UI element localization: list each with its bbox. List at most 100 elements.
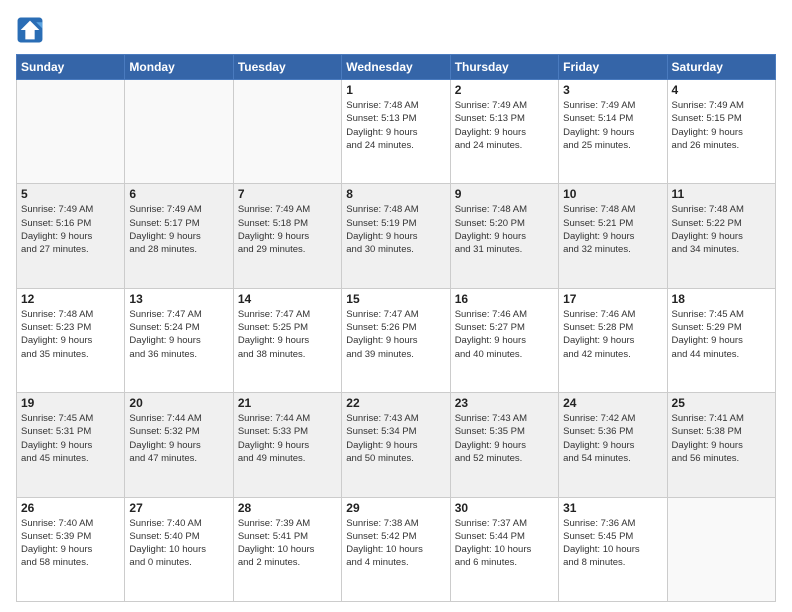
day-number: 25 (672, 396, 771, 410)
day-info: Sunrise: 7:46 AM Sunset: 5:27 PM Dayligh… (455, 308, 554, 361)
day-info: Sunrise: 7:49 AM Sunset: 5:15 PM Dayligh… (672, 99, 771, 152)
day-number: 22 (346, 396, 445, 410)
day-number: 28 (238, 501, 337, 515)
day-info: Sunrise: 7:48 AM Sunset: 5:20 PM Dayligh… (455, 203, 554, 256)
day-number: 20 (129, 396, 228, 410)
day-number: 26 (21, 501, 120, 515)
calendar-week-0: 1 Sunrise: 7:48 AM Sunset: 5:13 PM Daylig… (17, 80, 776, 184)
day-info: Sunrise: 7:44 AM Sunset: 5:32 PM Dayligh… (129, 412, 228, 465)
day-number: 8 (346, 187, 445, 201)
calendar-cell: 9 Sunrise: 7:48 AM Sunset: 5:20 PM Daylig… (450, 184, 558, 288)
day-info: Sunrise: 7:45 AM Sunset: 5:31 PM Dayligh… (21, 412, 120, 465)
calendar-cell: 13 Sunrise: 7:47 AM Sunset: 5:24 PM Dayli… (125, 288, 233, 392)
day-number: 7 (238, 187, 337, 201)
day-number: 31 (563, 501, 662, 515)
day-number: 5 (21, 187, 120, 201)
calendar-cell: 11 Sunrise: 7:48 AM Sunset: 5:22 PM Dayli… (667, 184, 775, 288)
calendar-week-1: 5 Sunrise: 7:49 AM Sunset: 5:16 PM Daylig… (17, 184, 776, 288)
calendar-cell: 12Sunrise: 7:48 AM Sunset: 5:23 PM Dayli… (17, 288, 125, 392)
calendar-cell: 30Sunrise: 7:37 AM Sunset: 5:44 PM Dayli… (450, 497, 558, 601)
day-info: Sunrise: 7:37 AM Sunset: 5:44 PM Dayligh… (455, 517, 554, 570)
calendar-header-tuesday: Tuesday (233, 55, 341, 80)
day-number: 9 (455, 187, 554, 201)
calendar-cell: 10 Sunrise: 7:48 AM Sunset: 5:21 PM Dayli… (559, 184, 667, 288)
day-number: 10 (563, 187, 662, 201)
day-info: Sunrise: 7:38 AM Sunset: 5:42 PM Dayligh… (346, 517, 445, 570)
calendar-cell: 19 Sunrise: 7:45 AM Sunset: 5:31 PM Dayli… (17, 393, 125, 497)
day-info: Sunrise: 7:40 AM Sunset: 5:39 PM Dayligh… (21, 517, 120, 570)
day-info: Sunrise: 7:49 AM Sunset: 5:17 PM Dayligh… (129, 203, 228, 256)
day-info: Sunrise: 7:49 AM Sunset: 5:13 PM Dayligh… (455, 99, 554, 152)
calendar-cell: 18Sunrise: 7:45 AM Sunset: 5:29 PM Dayli… (667, 288, 775, 392)
calendar-header-sunday: Sunday (17, 55, 125, 80)
day-info: Sunrise: 7:48 AM Sunset: 5:19 PM Dayligh… (346, 203, 445, 256)
day-info: Sunrise: 7:48 AM Sunset: 5:21 PM Dayligh… (563, 203, 662, 256)
calendar-cell (233, 80, 341, 184)
calendar-header-monday: Monday (125, 55, 233, 80)
day-number: 23 (455, 396, 554, 410)
day-info: Sunrise: 7:43 AM Sunset: 5:35 PM Dayligh… (455, 412, 554, 465)
calendar-header-wednesday: Wednesday (342, 55, 450, 80)
calendar-cell: 1 Sunrise: 7:48 AM Sunset: 5:13 PM Daylig… (342, 80, 450, 184)
day-number: 1 (346, 83, 445, 97)
calendar-cell: 20 Sunrise: 7:44 AM Sunset: 5:32 PM Dayli… (125, 393, 233, 497)
day-info: Sunrise: 7:48 AM Sunset: 5:22 PM Dayligh… (672, 203, 771, 256)
day-info: Sunrise: 7:49 AM Sunset: 5:14 PM Dayligh… (563, 99, 662, 152)
day-info: Sunrise: 7:41 AM Sunset: 5:38 PM Dayligh… (672, 412, 771, 465)
day-info: Sunrise: 7:49 AM Sunset: 5:16 PM Dayligh… (21, 203, 120, 256)
calendar-cell: 14Sunrise: 7:47 AM Sunset: 5:25 PM Dayli… (233, 288, 341, 392)
calendar-cell: 3 Sunrise: 7:49 AM Sunset: 5:14 PM Daylig… (559, 80, 667, 184)
day-info: Sunrise: 7:48 AM Sunset: 5:13 PM Dayligh… (346, 99, 445, 152)
calendar-cell: 7 Sunrise: 7:49 AM Sunset: 5:18 PM Daylig… (233, 184, 341, 288)
header (16, 16, 776, 44)
day-number: 21 (238, 396, 337, 410)
day-number: 12 (21, 292, 120, 306)
day-number: 13 (129, 292, 228, 306)
calendar-cell: 25 Sunrise: 7:41 AM Sunset: 5:38 PM Dayli… (667, 393, 775, 497)
day-info: Sunrise: 7:43 AM Sunset: 5:34 PM Dayligh… (346, 412, 445, 465)
day-number: 4 (672, 83, 771, 97)
calendar-cell: 15 Sunrise: 7:47 AM Sunset: 5:26 PM Dayli… (342, 288, 450, 392)
calendar-cell: 27Sunrise: 7:40 AM Sunset: 5:40 PM Dayli… (125, 497, 233, 601)
day-info: Sunrise: 7:47 AM Sunset: 5:24 PM Dayligh… (129, 308, 228, 361)
calendar-cell: 28Sunrise: 7:39 AM Sunset: 5:41 PM Dayli… (233, 497, 341, 601)
calendar-cell: 23 Sunrise: 7:43 AM Sunset: 5:35 PM Dayli… (450, 393, 558, 497)
calendar-week-2: 12Sunrise: 7:48 AM Sunset: 5:23 PM Dayli… (17, 288, 776, 392)
day-info: Sunrise: 7:49 AM Sunset: 5:18 PM Dayligh… (238, 203, 337, 256)
day-info: Sunrise: 7:45 AM Sunset: 5:29 PM Dayligh… (672, 308, 771, 361)
day-number: 3 (563, 83, 662, 97)
day-number: 19 (21, 396, 120, 410)
calendar-cell: 8 Sunrise: 7:48 AM Sunset: 5:19 PM Daylig… (342, 184, 450, 288)
calendar-cell (17, 80, 125, 184)
calendar-cell: 6 Sunrise: 7:49 AM Sunset: 5:17 PM Daylig… (125, 184, 233, 288)
day-number: 17 (563, 292, 662, 306)
calendar-cell (667, 497, 775, 601)
logo-icon (16, 16, 44, 44)
calendar-cell (125, 80, 233, 184)
calendar-cell: 26 Sunrise: 7:40 AM Sunset: 5:39 PM Dayli… (17, 497, 125, 601)
day-info: Sunrise: 7:36 AM Sunset: 5:45 PM Dayligh… (563, 517, 662, 570)
day-info: Sunrise: 7:46 AM Sunset: 5:28 PM Dayligh… (563, 308, 662, 361)
calendar-cell: 21 Sunrise: 7:44 AM Sunset: 5:33 PM Dayli… (233, 393, 341, 497)
calendar: SundayMondayTuesdayWednesdayThursdayFrid… (16, 54, 776, 602)
calendar-week-4: 26 Sunrise: 7:40 AM Sunset: 5:39 PM Dayli… (17, 497, 776, 601)
calendar-cell: 22 Sunrise: 7:43 AM Sunset: 5:34 PM Dayli… (342, 393, 450, 497)
day-number: 16 (455, 292, 554, 306)
calendar-cell: 17 Sunrise: 7:46 AM Sunset: 5:28 PM Dayli… (559, 288, 667, 392)
calendar-cell: 29 Sunrise: 7:38 AM Sunset: 5:42 PM Dayli… (342, 497, 450, 601)
day-number: 14 (238, 292, 337, 306)
calendar-cell: 24Sunrise: 7:42 AM Sunset: 5:36 PM Dayli… (559, 393, 667, 497)
day-info: Sunrise: 7:42 AM Sunset: 5:36 PM Dayligh… (563, 412, 662, 465)
calendar-week-3: 19 Sunrise: 7:45 AM Sunset: 5:31 PM Dayli… (17, 393, 776, 497)
day-info: Sunrise: 7:47 AM Sunset: 5:26 PM Dayligh… (346, 308, 445, 361)
calendar-cell: 16 Sunrise: 7:46 AM Sunset: 5:27 PM Dayli… (450, 288, 558, 392)
day-number: 2 (455, 83, 554, 97)
day-number: 15 (346, 292, 445, 306)
day-number: 11 (672, 187, 771, 201)
logo (16, 16, 48, 44)
day-number: 29 (346, 501, 445, 515)
calendar-header-friday: Friday (559, 55, 667, 80)
day-number: 6 (129, 187, 228, 201)
day-info: Sunrise: 7:44 AM Sunset: 5:33 PM Dayligh… (238, 412, 337, 465)
calendar-cell: 4 Sunrise: 7:49 AM Sunset: 5:15 PM Daylig… (667, 80, 775, 184)
